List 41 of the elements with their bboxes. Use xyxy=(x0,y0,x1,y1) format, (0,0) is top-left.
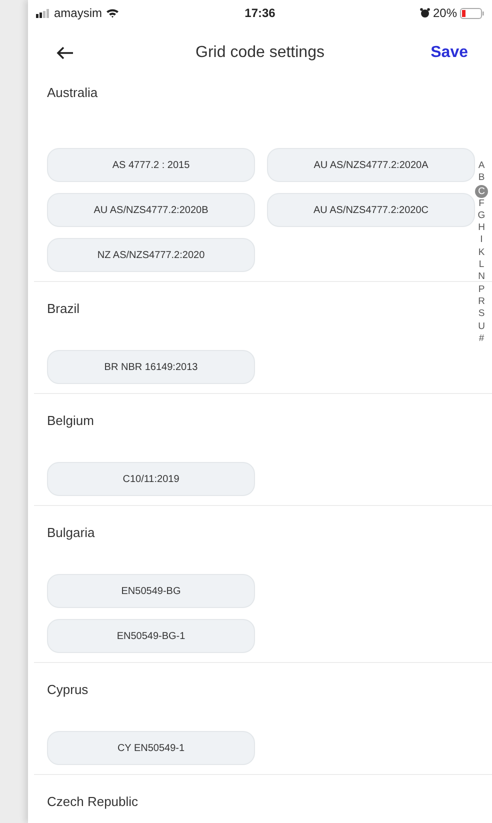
index-letter[interactable]: S xyxy=(475,308,488,321)
page-title: Grid code settings xyxy=(196,44,324,61)
grid-code-chip[interactable]: NZ AS/NZS4777.2:2020 xyxy=(47,238,255,272)
wifi-icon xyxy=(106,8,120,18)
battery-percent: 20% xyxy=(432,6,457,20)
index-letter[interactable]: L xyxy=(475,259,488,272)
index-letter[interactable]: # xyxy=(475,332,488,346)
country-heading: Belgium xyxy=(47,412,94,430)
grid-code-chip[interactable]: AU AS/NZS4777.2:2020B xyxy=(47,193,255,227)
country-heading: Cyprus xyxy=(47,681,88,699)
index-letter[interactable]: H xyxy=(475,222,488,234)
grid-code-chip[interactable]: BR NBR 16149:2013 xyxy=(47,350,255,384)
grid-code-chip[interactable]: AU AS/NZS4777.2:2020A xyxy=(267,148,475,182)
grid-code-chip[interactable]: C10/11:2019 xyxy=(47,462,255,496)
signal-icon xyxy=(36,8,50,18)
back-arrow-icon xyxy=(56,46,74,60)
clock-time: 17:36 xyxy=(244,6,276,20)
back-button[interactable] xyxy=(56,46,74,60)
grid-code-chip[interactable]: AS 4777.2 : 2015 xyxy=(47,148,255,182)
index-letter[interactable]: P xyxy=(475,284,488,296)
index-letter[interactable]: F xyxy=(475,198,488,210)
index-letter[interactable]: N xyxy=(475,271,488,284)
country-heading: Bulgaria xyxy=(47,524,95,542)
index-letter[interactable]: A xyxy=(475,160,488,172)
grid-code-chip[interactable]: EN50549-BG xyxy=(47,574,255,608)
index-letter[interactable]: U xyxy=(475,320,488,333)
index-letter[interactable]: K xyxy=(475,246,488,260)
index-letter[interactable]: B xyxy=(475,172,488,185)
save-button[interactable]: Save xyxy=(430,44,468,62)
carrier-name: amaysim xyxy=(54,6,102,20)
index-letter[interactable]: I xyxy=(475,234,488,247)
battery-icon xyxy=(460,8,484,18)
alarm-icon xyxy=(420,8,430,18)
country-heading: Brazil xyxy=(47,300,80,318)
grid-code-chip[interactable]: AU AS/NZS4777.2:2020C xyxy=(267,193,475,227)
index-letter[interactable]: G xyxy=(475,210,488,222)
index-letter[interactable]: R xyxy=(475,296,488,308)
grid-code-chip[interactable]: EN50549-BG-1 xyxy=(47,619,255,653)
country-heading: Australia xyxy=(47,84,98,102)
country-heading: Czech Republic xyxy=(47,793,138,811)
grid-code-chip[interactable]: CY EN50549-1 xyxy=(47,731,255,765)
